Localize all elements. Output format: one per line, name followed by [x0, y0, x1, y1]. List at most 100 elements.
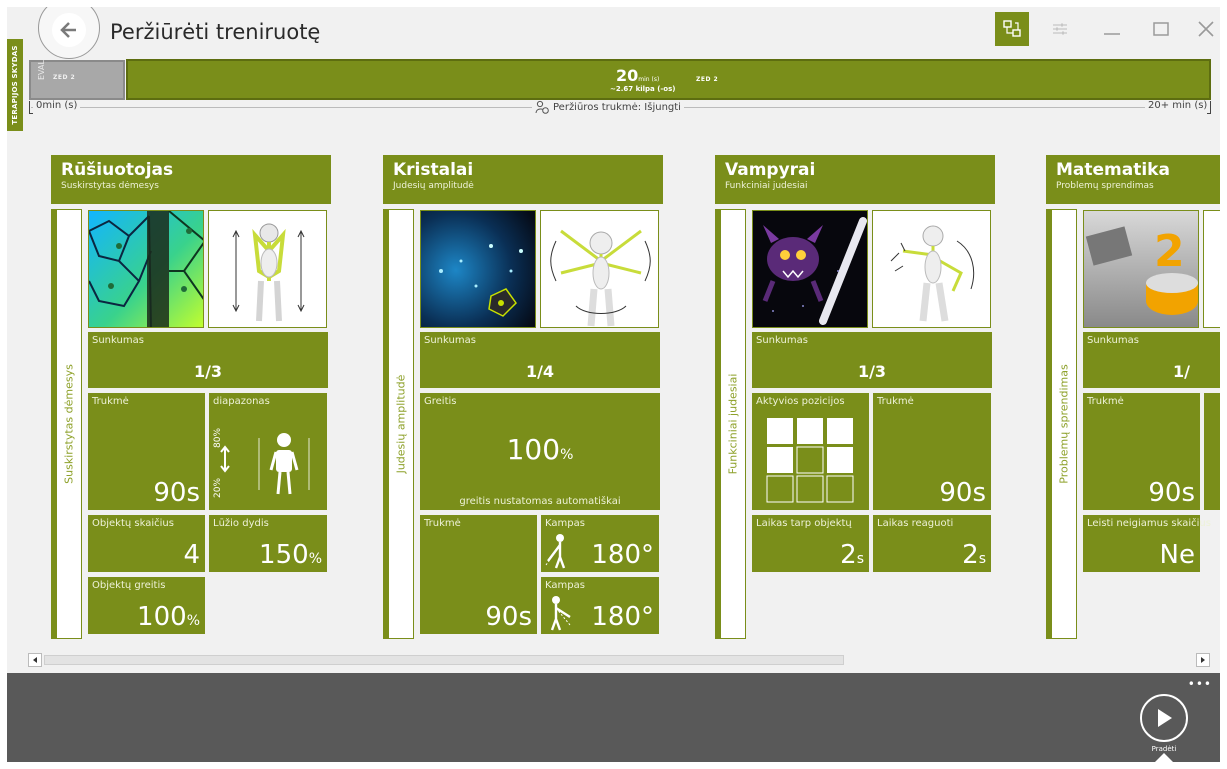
exercise-card-sorter[interactable]: Rūšiuotojas Suskirstytas dėmesys Suskirs…	[51, 155, 331, 639]
maximize-icon	[1153, 22, 1169, 36]
difficulty-tile[interactable]: Sunkumas 1/3	[88, 332, 328, 388]
card-category-label: Funkciniai judesiai	[726, 373, 740, 475]
active-positions-tile[interactable]: Aktyvios pozicijos	[752, 393, 869, 510]
duration-label: Trukmė	[1087, 396, 1124, 407]
angle-value: 180°	[591, 602, 654, 632]
card-category-label: Suskirstytas dėmesys	[62, 364, 76, 484]
active-positions-label: Aktyvios pozicijos	[756, 396, 845, 407]
difficulty-tile[interactable]: Sunkumas 1/4	[420, 332, 660, 388]
preview-duration-toggle[interactable]: Peržiūros trukmė: Išjungti	[532, 100, 684, 114]
therapy-panel-tab-label: TERAPIJOS SKYDAS	[11, 45, 19, 125]
scroll-thumb[interactable]	[44, 655, 844, 665]
arrow-right-icon	[1201, 657, 1205, 663]
interval-tile[interactable]: Laikas tarp objektų 2s	[752, 515, 869, 572]
interval-label: Laikas tarp objektų	[756, 518, 852, 529]
exercise-card-math[interactable]: Matematika Problemų sprendimas Problemų …	[1046, 155, 1220, 639]
eval-zed-label: ZED 2	[53, 74, 76, 81]
speed-label: Greitis	[424, 396, 457, 407]
eval-label: EVAL	[37, 60, 46, 80]
difficulty-label: Sunkumas	[424, 335, 476, 346]
negative-numbers-label: Leisti neigiamus skaičius	[1087, 518, 1211, 529]
play-icon	[1158, 709, 1172, 727]
object-speed-tile[interactable]: Objektų greitis 100%	[88, 577, 205, 634]
start-button[interactable]	[1140, 694, 1188, 742]
scroll-right-button[interactable]	[1196, 653, 1210, 667]
object-speed-value: 100%	[137, 602, 200, 632]
angle-tile-1[interactable]: Kampas 180°	[541, 515, 659, 572]
difficulty-tile[interactable]: Sunkumas 1/	[1083, 332, 1220, 388]
caret-up-icon	[1155, 753, 1173, 762]
card-title: Rūšiuotojas	[61, 160, 174, 180]
timeline-minutes: 20min (s)	[616, 66, 660, 85]
bottom-app-bar: ••• Pradėti	[7, 673, 1220, 762]
duration-tile[interactable]: Trukmė 90s	[873, 393, 991, 510]
timeline-zed-label: ZED 2	[696, 76, 719, 83]
reaction-time-tile[interactable]: Laikas reaguoti 2s	[873, 515, 991, 572]
difficulty-value: 1/	[1173, 362, 1190, 381]
object-speed-label: Objektų greitis	[92, 580, 166, 591]
card-category-strip: Suskirstytas dėmesys	[51, 209, 82, 639]
angle-value: 180°	[591, 540, 654, 570]
card-header[interactable]: Matematika Problemų sprendimas	[1046, 155, 1220, 204]
workflow-view-button[interactable]	[995, 12, 1029, 46]
close-icon	[1198, 21, 1214, 37]
horizontal-scrollbar[interactable]	[28, 653, 1210, 668]
card-subtitle: Problemų sprendimas	[1056, 181, 1154, 191]
svg-text:2: 2	[1154, 226, 1185, 277]
card-subtitle: Funkciniai judesiai	[725, 181, 808, 191]
settings-button[interactable]	[1043, 12, 1077, 46]
angle-label: Kampas	[545, 580, 585, 591]
card-header[interactable]: Rūšiuotojas Suskirstytas dėmesys	[51, 155, 331, 204]
arrow-left-icon	[33, 657, 37, 663]
duration-tile[interactable]: Trukmė 90s	[88, 393, 205, 510]
difficulty-label: Sunkumas	[756, 335, 808, 346]
break-size-tile[interactable]: Lūžio dydis 150%	[209, 515, 327, 572]
scroll-left-button[interactable]	[28, 653, 42, 667]
difficulty-value: 1/4	[525, 362, 555, 381]
exercise-card-vampires[interactable]: Vampyrai Funkciniai judesiai Funkciniai …	[715, 155, 995, 639]
person-clock-icon	[535, 100, 549, 114]
movement-illustration	[1203, 210, 1220, 328]
speed-value: 100%	[506, 433, 574, 466]
exercise-card-crystals[interactable]: Kristalai Judesių amplitudė Judesių ampl…	[383, 155, 663, 639]
card-header[interactable]: Kristalai Judesių amplitudė	[383, 155, 663, 204]
object-count-value: 4	[183, 540, 200, 570]
ruler-start-label: 0min (s)	[33, 100, 81, 111]
angle-tile-2[interactable]: Kampas 180°	[541, 577, 659, 634]
arm-angle-icon	[545, 534, 566, 569]
difficulty-tile[interactable]: Sunkumas 1/3	[752, 332, 992, 388]
speed-tile[interactable]: Greitis 100% greitis nustatomas automati…	[420, 393, 660, 510]
negative-numbers-tile[interactable]: Leisti neigiamus skaičius Ne	[1083, 515, 1211, 572]
duration-tile[interactable]: Trukmė 90s	[420, 515, 537, 634]
extra-tile[interactable]	[1204, 393, 1220, 510]
card-title: Kristalai	[393, 160, 474, 180]
range-tile[interactable]: diapazonas 80% 20%	[209, 393, 327, 510]
angle-label: Kampas	[545, 518, 585, 529]
duration-label: Trukmė	[424, 518, 461, 529]
duration-value: 90s	[485, 602, 532, 632]
minimize-icon	[1104, 33, 1120, 35]
preview-duration-label: Peržiūros trukmė: Išjungti	[553, 101, 681, 113]
back-arrow-icon	[52, 13, 86, 47]
card-category-label: Problemų sprendimas	[1057, 364, 1071, 484]
back-button[interactable]	[38, 7, 100, 59]
card-header[interactable]: Vampyrai Funkciniai judesiai	[715, 155, 995, 204]
more-options-button[interactable]: •••	[1188, 677, 1212, 691]
minimize-button[interactable]	[1095, 12, 1129, 46]
interval-value: 2s	[840, 540, 864, 570]
duration-value: 90s	[939, 478, 986, 508]
negative-numbers-value: Ne	[1159, 540, 1195, 570]
app-window: TERAPIJOS SKYDAS Peržiūrėti treniruotę E…	[7, 7, 1220, 762]
duration-tile[interactable]: Trukmė 90s	[1083, 393, 1200, 510]
card-category-strip: Funkciniai judesiai	[715, 209, 746, 639]
card-category-strip: Judesių amplitudė	[383, 209, 414, 639]
close-button[interactable]	[1189, 12, 1220, 46]
eval-segment[interactable]: EVAL ZED 2	[29, 60, 125, 100]
maximize-button[interactable]	[1144, 12, 1178, 46]
object-count-tile[interactable]: Objektų skaičius 4	[88, 515, 205, 572]
reaction-time-label: Laikas reaguoti	[877, 518, 954, 529]
duration-value: 90s	[153, 478, 200, 508]
timeline-bar[interactable]: 20min (s) ~2.67 kilpa (-os) ZED 2	[126, 59, 1211, 100]
duration-value: 90s	[1148, 478, 1195, 508]
therapy-panel-tab[interactable]: TERAPIJOS SKYDAS	[7, 39, 23, 131]
